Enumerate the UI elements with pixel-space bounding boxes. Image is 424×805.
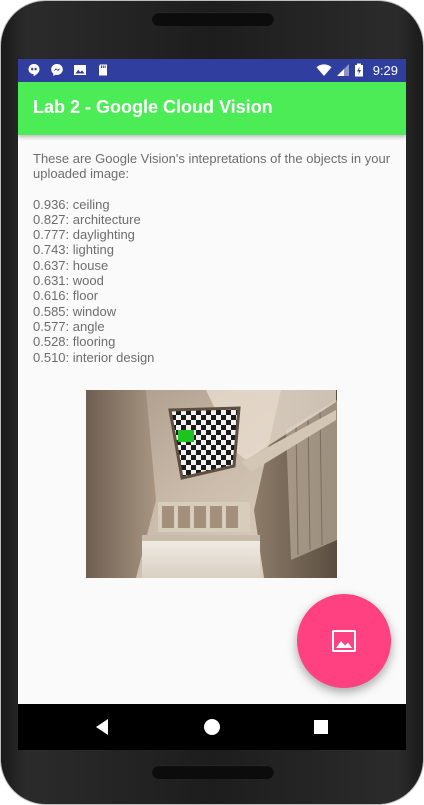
bottom-speaker: [152, 765, 274, 779]
label-item: 0.743: lighting: [33, 242, 114, 258]
navigation-bar: [18, 704, 406, 750]
label-item: 0.585: window: [33, 303, 117, 319]
label-item: 0.616: floor: [33, 288, 99, 304]
app-toolbar: Lab 2 - Google Cloud Vision: [18, 82, 406, 135]
label-list: 0.936: ceiling 0.827: architecture 0.777…: [33, 197, 393, 365]
sd-card-icon: [99, 64, 107, 76]
home-icon[interactable]: [200, 715, 224, 739]
results-panel: These are Google Vision's intepretations…: [33, 151, 393, 365]
intro-text: These are Google Vision's intepretations…: [33, 151, 391, 182]
signal-icon: [337, 64, 349, 76]
uploaded-image: [86, 390, 337, 578]
label-item: 0.631: wood: [33, 273, 104, 289]
pick-image-button[interactable]: [297, 594, 391, 688]
app-title: Lab 2 - Google Cloud Vision: [33, 97, 273, 117]
label-item: 0.777: daylighting: [33, 227, 135, 243]
app-screen: 9:29 Lab 2 - Google Cloud Vision These a…: [18, 59, 406, 704]
label-item: 0.827: architecture: [33, 211, 141, 227]
messenger-icon: [51, 64, 63, 76]
back-icon[interactable]: [91, 715, 115, 739]
image-icon: [332, 630, 356, 652]
status-bar: 9:29: [18, 59, 406, 82]
gallery-icon: [74, 65, 86, 75]
label-item: 0.637: house: [33, 257, 109, 273]
label-item: 0.577: angle: [33, 318, 105, 334]
battery-charging-icon: [355, 63, 363, 77]
label-item: 0.936: ceiling: [33, 196, 110, 212]
recents-icon[interactable]: [309, 715, 333, 739]
top-speaker: [152, 12, 274, 26]
label-item: 0.510: interior design: [33, 349, 155, 365]
label-item: 0.528: flooring: [33, 334, 116, 350]
wifi-icon: [316, 64, 332, 76]
room-photo: [86, 390, 337, 578]
hangouts-icon: [28, 64, 40, 77]
status-time: 9:29: [372, 63, 398, 78]
